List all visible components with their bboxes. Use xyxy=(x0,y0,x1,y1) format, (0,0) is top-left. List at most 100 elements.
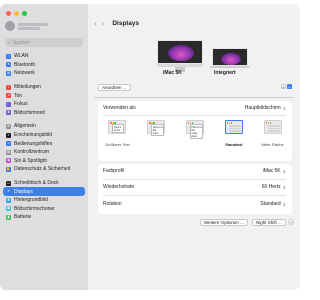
help-button[interactable]: ? xyxy=(288,219,294,225)
forward-button[interactable]: › xyxy=(102,19,105,28)
appearance-icon: ◐ xyxy=(6,132,11,138)
use-as-select[interactable]: Hauptbildschirm ⇕ xyxy=(245,105,286,111)
display-arrangement xyxy=(88,40,300,88)
hand-icon: ✋ xyxy=(6,166,11,172)
sidebar-item-bluetooth[interactable]: ʙ Bluetooth xyxy=(3,61,85,70)
resolution-options: Here's to the Größerer Text Here's to the … xyxy=(98,120,292,147)
sidebar-item-label: Displays xyxy=(14,188,33,195)
accessibility-icon: ☺ xyxy=(6,141,11,147)
siri-icon: ◉ xyxy=(6,158,11,164)
resolution-option[interactable]: Mehr Fläche xyxy=(259,120,287,147)
search-icon: ⌕ xyxy=(8,39,11,46)
sidebar-item-datenschutz-sicherheit[interactable]: ✋ Datenschutz & Sicherheit xyxy=(3,165,85,174)
sidebar-item-label: Schreibtisch & Dock xyxy=(14,180,59,187)
builtin-display[interactable] xyxy=(210,48,250,68)
gear-icon: ⚙ xyxy=(6,123,11,129)
stepper-icon: ⇕ xyxy=(282,184,286,190)
sidebar-item-schreibtisch-dock[interactable]: ▭ Schreibtisch & Dock xyxy=(3,179,85,188)
battery-icon: ▮ xyxy=(6,214,11,220)
sidebar-item-netzwerk[interactable]: ◍ Netzwerk xyxy=(3,69,85,78)
wifi-icon: ≈ xyxy=(6,53,11,59)
avatar xyxy=(5,21,15,31)
sidebar-item-label: Bedienungshilfen xyxy=(14,140,53,147)
sidebar-item-label: Datenschutz & Sicherheit xyxy=(14,166,71,173)
rotation-row: Rotation Standard ⇕ xyxy=(103,201,286,207)
sidebar-item-label: Ton xyxy=(14,92,23,99)
resolution-option[interactable]: Standard xyxy=(220,120,248,147)
resolution-preview: Here's to the crazy xyxy=(147,120,166,136)
sidebar-item-label: Kontrollzentrum xyxy=(14,149,50,156)
night-shift-button[interactable]: Night Shift ... xyxy=(252,219,286,226)
arrange-button[interactable]: Anordnen ... xyxy=(98,84,131,91)
sidebar-item-fokus[interactable]: ☾ Fokus xyxy=(3,100,85,109)
sidebar-item-bildschirmschoner[interactable]: ▣ Bildschirmschoner xyxy=(3,205,85,214)
resolution-preview: Here's to the crazy ones xyxy=(185,120,204,139)
back-button[interactable]: ‹ xyxy=(94,19,97,28)
refresh-rate-row: Wiederholrate 60 Hertz ⇕ xyxy=(103,184,286,190)
bluetooth-icon: ʙ xyxy=(6,62,11,68)
add-display-button[interactable]: + xyxy=(281,84,286,90)
sidebar-item-siri-spotlight[interactable]: ◉ Siri & Spotlight xyxy=(3,157,85,166)
sidebar-item-label: Mitteilungen xyxy=(14,84,41,91)
sidebar-item-mitteilungen[interactable]: • Mitteilungen xyxy=(3,83,85,92)
bell-icon: • xyxy=(6,84,11,90)
sidebar-item-label: Netzwerk xyxy=(14,70,35,77)
resolution-option[interactable]: Here's to the crazy ones xyxy=(181,120,209,147)
sidebar-item-bildschirmzeit[interactable]: ⧗ Bildschirmzeit xyxy=(3,109,85,118)
settings-window: ⌕ Suchen ≈ WLAN ʙ Bluetooth ◍ Netzwerk • Mittei… xyxy=(0,4,300,290)
sidebar-item-kontrollzentrum[interactable]: ▤ Kontrollzentrum xyxy=(3,148,85,157)
toolbar: ‹ › Displays xyxy=(94,19,139,28)
resolution-label: Größerer Text xyxy=(105,142,130,147)
builtin-display-label: Integriert xyxy=(214,70,236,76)
imac-display[interactable] xyxy=(157,40,203,72)
color-profile-row: Farbprofil iMac 5K ⇕ xyxy=(103,168,286,174)
hourglass-icon: ⧗ xyxy=(6,110,11,116)
sidebar-item-allgemein[interactable]: ⚙ Allgemein xyxy=(3,122,85,131)
sidebar-item-label: Siri & Spotlight xyxy=(14,157,47,164)
window-controls xyxy=(6,11,27,16)
color-profile-select[interactable]: iMac 5K ⇕ xyxy=(263,168,286,174)
moon-icon: ☾ xyxy=(6,101,11,107)
search-placeholder: Suchen xyxy=(12,39,30,46)
speaker-icon: ◂ xyxy=(6,93,11,99)
advanced-options-button[interactable]: Weitere Optionen ... xyxy=(200,219,248,226)
sidebar-item-wlan[interactable]: ≈ WLAN xyxy=(3,52,85,61)
sidebar-item-erscheinungsbild[interactable]: ◐ Erscheinungsbild xyxy=(3,131,85,140)
apple-id-account[interactable] xyxy=(5,21,48,31)
sidebar-item-bedienungshilfen[interactable]: ☺ Bedienungshilfen xyxy=(3,139,85,148)
sidebar-item-hintergrundbild[interactable]: ❀ Hintergrundbild xyxy=(3,196,85,205)
resolution-label: Mehr Fläche xyxy=(261,142,284,147)
sample-window: Here's to the crazy ones xyxy=(189,124,203,139)
zoom-button[interactable] xyxy=(22,11,27,16)
resolution-option[interactable]: Here's to the crazy xyxy=(142,120,170,147)
sidebar-item-displays[interactable]: ☀ Displays xyxy=(3,187,85,196)
sidebar-item-label: Bildschirmschoner xyxy=(14,205,55,212)
sidebar-item-label: Bildschirmzeit xyxy=(14,109,45,116)
sidebar-list: ≈ WLAN ʙ Bluetooth ◍ Netzwerk • Mitteilungen ◂ To… xyxy=(3,52,85,222)
sidebar: ⌕ Suchen ≈ WLAN ʙ Bluetooth ◍ Netzwerk • Mittei… xyxy=(0,4,88,290)
chevron-down-icon[interactable]: ⌄ xyxy=(287,84,292,89)
refresh-rate-select[interactable]: 60 Hertz ⇕ xyxy=(262,184,286,190)
wallpaper-icon: ❀ xyxy=(6,197,11,203)
sidebar-item-label: Bluetooth xyxy=(14,61,36,68)
minimize-button[interactable] xyxy=(14,11,19,16)
stepper-icon: ⇕ xyxy=(282,201,286,207)
close-button[interactable] xyxy=(6,11,11,16)
rotation-label: Rotation xyxy=(103,201,122,207)
sidebar-item-batterie[interactable]: ▮ Batterie xyxy=(3,213,85,222)
sidebar-item-label: WLAN xyxy=(14,53,29,60)
rotation-select[interactable]: Standard ⇕ xyxy=(260,201,286,207)
sidebar-item-label: Erscheinungsbild xyxy=(14,132,53,139)
sidebar-item-ton[interactable]: ◂ Ton xyxy=(3,91,85,100)
search-input[interactable]: ⌕ Suchen xyxy=(5,38,83,47)
resolution-label: Standard xyxy=(225,142,243,147)
page-title: Displays xyxy=(112,20,140,27)
control-center-icon: ▤ xyxy=(6,149,11,155)
use-as-row: Verwenden als Hauptbildschirm ⇕ xyxy=(103,105,286,111)
sample-window: Here's to the crazy xyxy=(151,124,165,136)
sidebar-item-label: Allgemein xyxy=(14,123,36,130)
add-display-control: + ⌄ xyxy=(281,84,292,90)
resolution-preview: Here's to the xyxy=(108,120,127,134)
screensaver-icon: ▣ xyxy=(6,206,11,212)
resolution-option[interactable]: Here's to the Größerer Text xyxy=(103,120,131,147)
